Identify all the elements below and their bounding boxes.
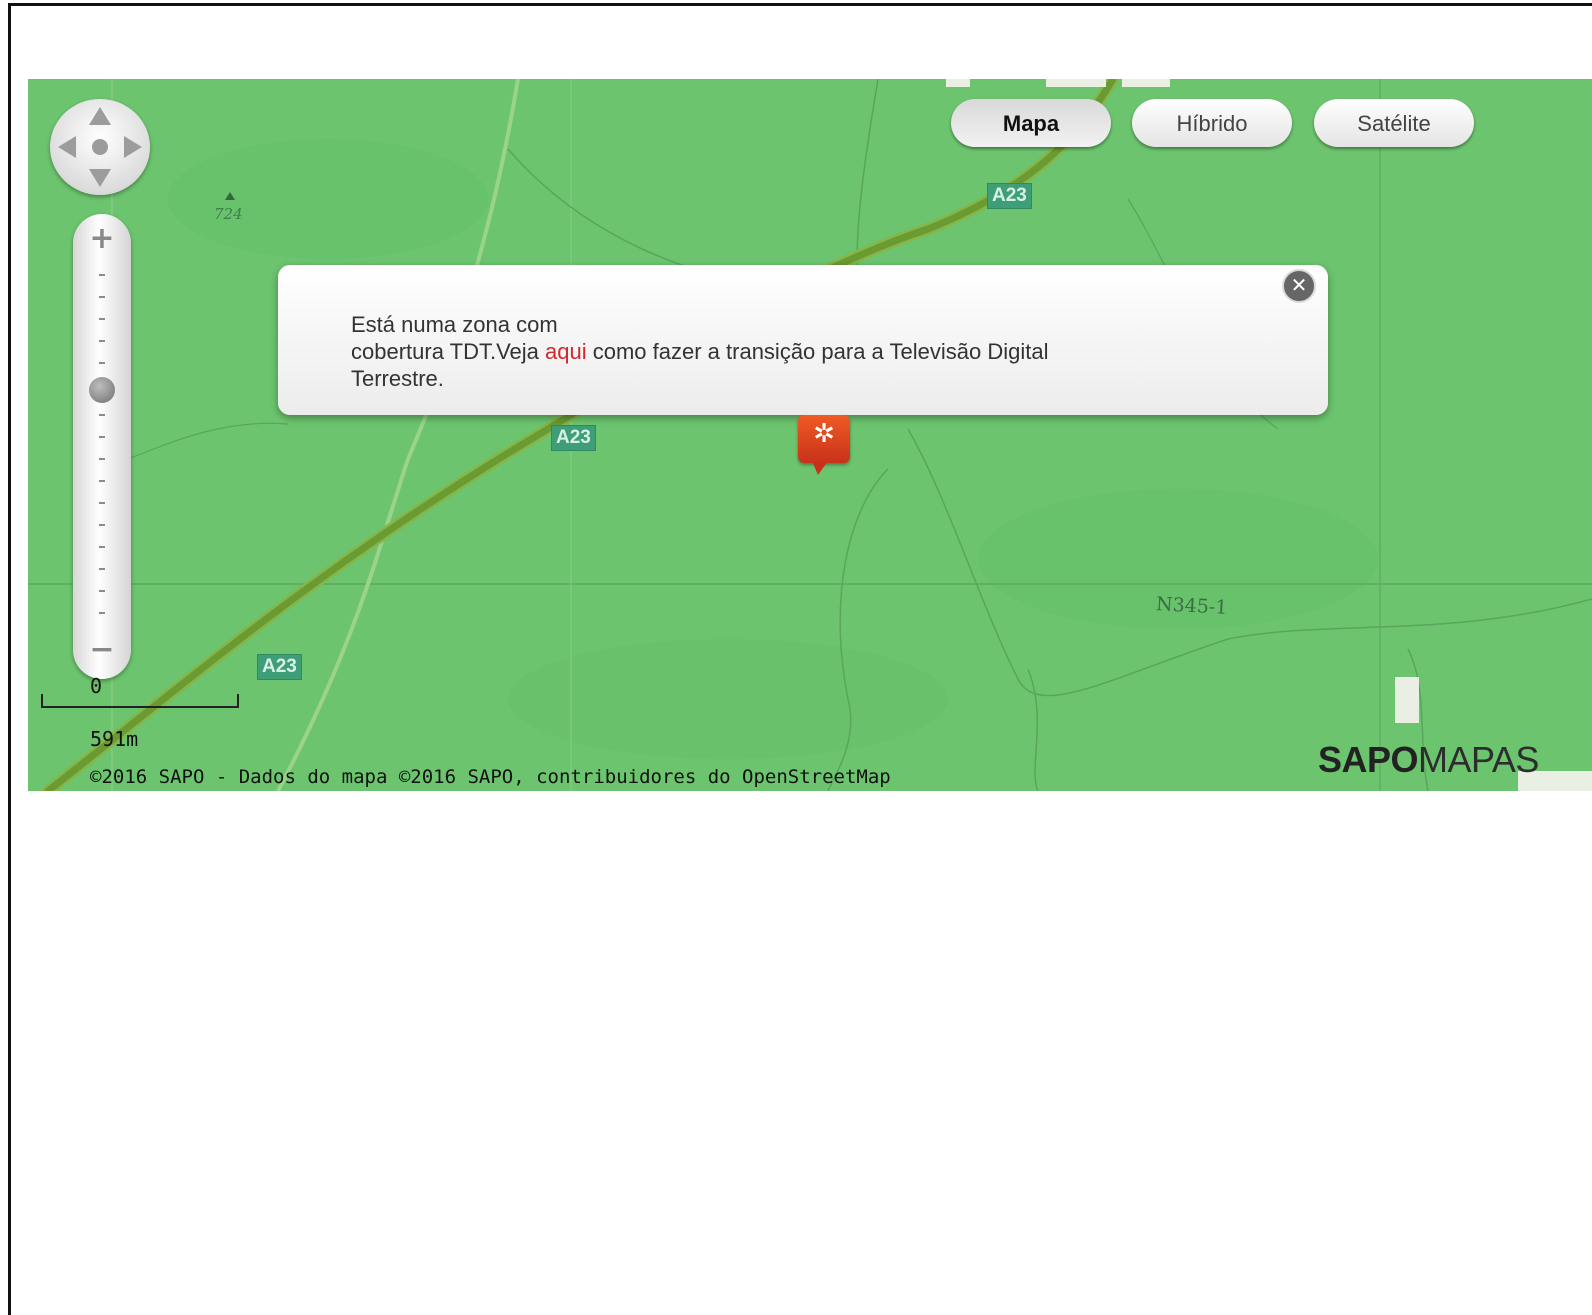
popup-line-2-start: cobertura TDT.Veja: [351, 339, 546, 364]
close-icon[interactable]: ✕: [1282, 269, 1316, 303]
popup-line-1: Está numa zona com: [351, 312, 558, 337]
zoom-tick: [99, 340, 105, 342]
map-type-hybrid-button[interactable]: Híbrido: [1132, 99, 1292, 147]
popup-line-2-end: como fazer a transição para a Televisão …: [586, 339, 1049, 364]
road-label-n345-1: N345-1: [1155, 593, 1228, 619]
zoom-tick: [99, 362, 105, 364]
map-attribution: ©2016 SAPO - Dados do mapa ©2016 SAPO, c…: [90, 766, 891, 788]
elevation-label: 724: [214, 205, 243, 223]
zoom-tick: [99, 414, 105, 416]
scale-bar: [41, 694, 239, 708]
info-popup: ✕ Está numa zona com cobertura TDT.Veja …: [278, 265, 1328, 415]
tdt-info-link[interactable]: aqui: [545, 339, 587, 364]
zoom-tick: [99, 568, 105, 570]
pan-down-icon[interactable]: [89, 169, 111, 187]
zoom-tick: [99, 458, 105, 460]
road-label-a23: A23: [551, 425, 596, 451]
map-type-map-button[interactable]: Mapa: [951, 99, 1111, 147]
pan-center-icon[interactable]: [92, 139, 108, 155]
popup-line-3: Terrestre.: [351, 366, 444, 391]
logo-bold-text: SAPO: [1318, 739, 1419, 780]
zoom-tick: [99, 502, 105, 504]
pan-left-icon[interactable]: [58, 136, 76, 158]
popup-message: Está numa zona com cobertura TDT.Veja aq…: [351, 311, 1251, 392]
zoom-tick: [99, 546, 105, 548]
logo-light-text: MAPAS: [1418, 739, 1539, 780]
zoom-tick: [99, 480, 105, 482]
zoom-out-button[interactable]: −: [73, 635, 131, 665]
road-label-a23: A23: [257, 654, 302, 680]
scale-distance-label: 591m: [90, 727, 139, 751]
zoom-tick: [99, 274, 105, 276]
tdt-antenna-icon: ✲: [813, 419, 835, 449]
zoom-tick: [99, 612, 105, 614]
location-marker[interactable]: ✲: [798, 415, 850, 475]
zoom-tick: [99, 524, 105, 526]
zoom-slider-handle[interactable]: [89, 377, 115, 403]
zoom-slider[interactable]: + −: [73, 214, 131, 679]
zoom-tick: [99, 318, 105, 320]
zoom-tick: [99, 436, 105, 438]
map-canvas[interactable]: A23 A23 A23 N345-1 724 + − 0 591m ©2016 …: [28, 79, 1592, 791]
road-label-a23: A23: [987, 183, 1032, 209]
pan-control[interactable]: [50, 99, 150, 195]
zoom-tick: [99, 590, 105, 592]
zoom-tick: [99, 296, 105, 298]
pan-up-icon[interactable]: [89, 107, 111, 125]
map-type-satellite-button[interactable]: Satélite: [1314, 99, 1474, 147]
zoom-in-button[interactable]: +: [73, 224, 131, 254]
elevation-marker-icon: [225, 192, 235, 200]
pan-right-icon[interactable]: [124, 136, 142, 158]
sapo-mapas-logo: SAPOMAPAS: [1318, 739, 1539, 781]
